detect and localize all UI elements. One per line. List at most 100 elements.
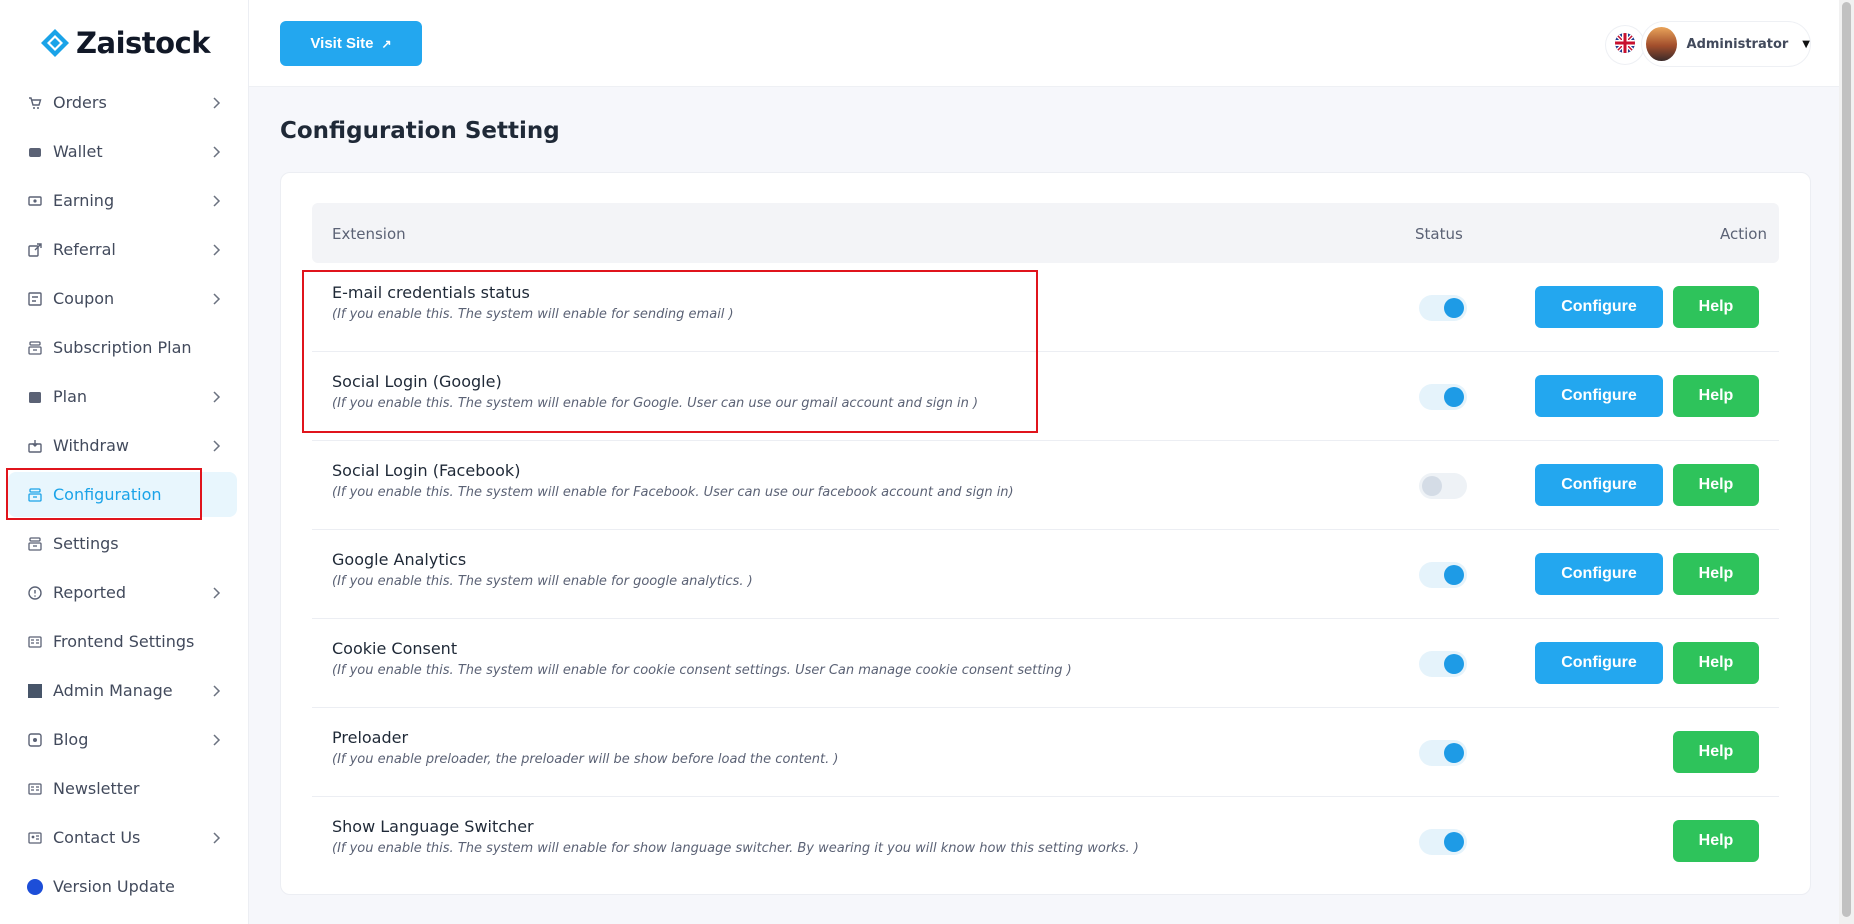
logo-diamond-icon (40, 28, 70, 58)
sidebar-item-subscription-plan[interactable]: Subscription Plan (8, 325, 237, 370)
sidebar-item-plan[interactable]: Plan (8, 374, 237, 419)
help-button[interactable]: Help (1673, 375, 1759, 417)
sidebar-item-label: Version Update (53, 877, 175, 896)
table-row: Google Analytics (If you enable this. The… (312, 530, 1779, 619)
sidebar-item-blog[interactable]: Blog (8, 717, 237, 762)
sidebar-item-settings[interactable]: Settings (8, 521, 237, 566)
page-title: Configuration Setting (280, 118, 560, 144)
status-toggle[interactable] (1419, 562, 1467, 588)
header-status: Status (1415, 225, 1463, 243)
toggle-knob (1444, 743, 1464, 763)
sidebar-item-coupon[interactable]: Coupon (8, 276, 237, 321)
sidebar-item-label: Blog (53, 730, 89, 749)
sidebar-item-label: Referral (53, 240, 116, 259)
toggle-knob (1422, 476, 1442, 496)
status-toggle[interactable] (1419, 384, 1467, 410)
extension-title: Social Login (Google) (332, 372, 502, 391)
extension-title: Google Analytics (332, 550, 467, 569)
sidebar-item-withdraw[interactable]: Withdraw (8, 423, 237, 468)
table-row: Social Login (Google) (If you enable this… (312, 352, 1779, 441)
sidebar-item-label: Coupon (53, 289, 115, 308)
cart-icon (27, 95, 43, 111)
help-button[interactable]: Help (1673, 731, 1759, 773)
configure-button[interactable]: Configure (1535, 553, 1663, 595)
chevron-right-icon (208, 144, 224, 160)
sidebar-item-label: Wallet (53, 142, 103, 161)
help-button[interactable]: Help (1673, 286, 1759, 328)
sidebar-item-contact-us[interactable]: Contact Us (8, 815, 237, 860)
logo-text: Zaistock (76, 26, 211, 60)
alert-icon (27, 585, 43, 601)
calendar-icon (27, 389, 43, 405)
blog-icon (27, 732, 43, 748)
status-toggle[interactable] (1419, 740, 1467, 766)
sidebar-item-label: Settings (53, 534, 119, 553)
sidebar-item-earning[interactable]: Earning (8, 178, 237, 223)
sidebar-item-label: Orders (53, 93, 107, 112)
language-switcher[interactable] (1606, 26, 1644, 64)
coupon-icon (27, 291, 43, 307)
table-header: Extension Status Action (312, 203, 1779, 263)
status-toggle[interactable] (1419, 473, 1467, 499)
configure-button[interactable]: Configure (1535, 642, 1663, 684)
scroll-thumb[interactable] (1842, 2, 1851, 917)
stack-icon (27, 340, 43, 356)
user-menu[interactable]: Administrator ▼ (1642, 22, 1810, 66)
extension-title: E-mail credentials status (332, 283, 530, 302)
configure-button[interactable]: Configure (1535, 375, 1663, 417)
sidebar-item-orders[interactable]: Orders (8, 80, 237, 125)
toggle-knob (1444, 298, 1464, 318)
topbar: Visit Site ↗ Administrator ▼ (249, 0, 1854, 87)
contact-card-icon (27, 830, 43, 846)
table-row: Preloader (If you enable preloader, the p… (312, 708, 1779, 797)
configure-button[interactable]: Configure (1535, 464, 1663, 506)
sidebar-item-label: Subscription Plan (53, 338, 192, 357)
external-arrow-icon: ↗ (381, 36, 392, 51)
extension-description: (If you enable this. The system will ena… (332, 396, 979, 411)
header-extension: Extension (332, 225, 406, 243)
sidebar-item-label: Admin Manage (53, 681, 173, 700)
wallet-icon (27, 144, 43, 160)
help-button[interactable]: Help (1673, 553, 1759, 595)
sidebar-item-newsletter[interactable]: Newsletter (8, 766, 237, 811)
extension-description: (If you enable this. The system will ena… (332, 307, 734, 322)
chevron-right-icon (208, 830, 224, 846)
help-button[interactable]: Help (1673, 464, 1759, 506)
extension-description: (If you enable this. The system will ena… (332, 574, 753, 589)
sidebar-item-label: Contact Us (53, 828, 141, 847)
extension-title: Show Language Switcher (332, 817, 534, 836)
sidebar-item-frontend-settings[interactable]: Frontend Settings (8, 619, 237, 664)
chevron-right-icon (208, 389, 224, 405)
configure-button[interactable]: Configure (1535, 286, 1663, 328)
sidebar-item-wallet[interactable]: Wallet (8, 129, 237, 174)
extension-description: (If you enable this. The system will ena… (332, 485, 1014, 500)
chevron-right-icon (208, 585, 224, 601)
toggle-knob (1444, 565, 1464, 585)
sidebar-item-referral[interactable]: Referral (8, 227, 237, 272)
avatar (1646, 27, 1677, 61)
scrollbar[interactable] (1839, 0, 1854, 924)
user-name: Administrator (1686, 36, 1789, 52)
sidebar-item-reported[interactable]: Reported (8, 570, 237, 615)
layout-icon (27, 781, 43, 797)
extension-description: (If you enable preloader, the preloader … (332, 752, 839, 767)
status-toggle[interactable] (1419, 295, 1467, 321)
status-toggle[interactable] (1419, 829, 1467, 855)
help-button[interactable]: Help (1673, 820, 1759, 862)
visit-site-button[interactable]: Visit Site ↗ (280, 21, 422, 66)
sidebar: Zaistock Orders Wallet Earning Referral Coup… (0, 0, 249, 924)
help-button[interactable]: Help (1673, 642, 1759, 684)
sidebar-item-version-update[interactable]: Version Update (8, 864, 237, 909)
sidebar-item-label: Withdraw (53, 436, 129, 455)
toggle-knob (1444, 832, 1464, 852)
money-icon (27, 193, 43, 209)
logo[interactable]: Zaistock (40, 26, 211, 60)
status-toggle[interactable] (1419, 651, 1467, 677)
extension-description: (If you enable this. The system will ena… (332, 841, 1139, 856)
sidebar-item-label: Plan (53, 387, 88, 406)
withdraw-icon (27, 438, 43, 454)
table-row: Cookie Consent (If you enable this. The s… (312, 619, 1779, 708)
sidebar-item-configuration[interactable]: Configuration (8, 472, 237, 517)
sidebar-item-label: Reported (53, 583, 127, 602)
sidebar-item-admin-manage[interactable]: Admin Manage (8, 668, 237, 713)
